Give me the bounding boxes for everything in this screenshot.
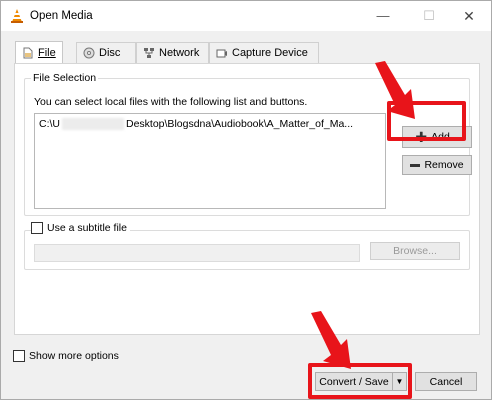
remove-button-label: Remove [424,159,464,171]
file-path: Desktop\Blogsdna\Audiobook\A_Matter_of_M… [126,118,354,130]
maximize-button[interactable]: ☐ [409,1,449,31]
capture-device-icon [216,49,227,58]
file-selection-legend: File Selection [31,72,99,84]
subtitle-checkbox-label: Use a subtitle file [47,222,127,234]
browse-button[interactable]: Browse... [370,242,460,260]
tab-label: File [38,46,56,59]
tab-label: Network [159,47,200,59]
title-bar[interactable]: Open Media — ☐ ✕ [1,1,491,31]
cancel-button[interactable]: Cancel [415,372,477,391]
show-more-options[interactable]: Show more options [13,350,119,362]
tab-disc[interactable]: Disc [76,42,136,63]
file-icon [23,47,33,58]
subtitle-file-input[interactable] [34,244,360,262]
arrow-to-add-icon [375,61,415,119]
file-path-prefix: C:\U [39,118,60,130]
close-button[interactable]: ✕ [449,1,489,31]
redacted-username [62,118,124,131]
show-more-label: Show more options [29,350,119,362]
file-selection-info: You can select local files with the foll… [34,96,308,108]
remove-button[interactable]: Remove [402,155,472,175]
minimize-button[interactable]: — [363,1,403,31]
disc-icon [83,47,95,59]
subtitle-checkbox[interactable] [31,222,43,234]
tab-capture-device[interactable]: Capture Device [209,42,319,63]
tab-label: Disc [99,47,121,59]
window-title: Open Media [30,10,93,22]
arrow-to-convert-icon [311,311,351,369]
minus-icon [410,163,421,167]
vlc-cone-icon [11,9,23,23]
network-icon [144,48,154,58]
subtitle-checkbox-row[interactable]: Use a subtitle file [31,222,130,234]
open-media-dialog: Open Media — ☐ ✕ File Disc Network Captu… [0,0,492,400]
tab-label: Capture Device [232,47,308,59]
file-list[interactable]: C:\U Desktop\Blogsdna\Audiobook\A_Matter_… [34,113,386,209]
list-item[interactable]: C:\U Desktop\Blogsdna\Audiobook\A_Matter_… [39,118,354,131]
tab-file[interactable]: File [15,41,63,63]
tab-network[interactable]: Network [136,42,209,63]
show-more-checkbox[interactable] [13,350,25,362]
